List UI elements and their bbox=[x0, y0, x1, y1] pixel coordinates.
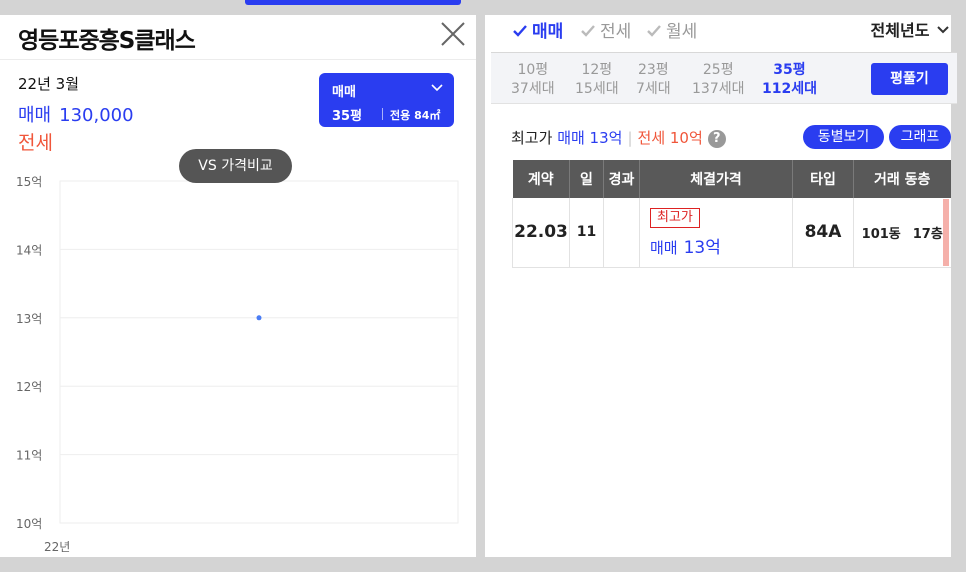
max-price-badge: 최고가 bbox=[650, 208, 700, 229]
year-select[interactable]: 전체년도 bbox=[871, 17, 949, 41]
size-option-23[interactable]: 23평 7세대 bbox=[636, 61, 671, 99]
dong: 101동 bbox=[861, 226, 901, 242]
grid-lines bbox=[60, 180, 458, 524]
check-icon bbox=[647, 25, 661, 37]
col-day: 일 bbox=[569, 160, 604, 198]
col-type: 타입 bbox=[792, 160, 854, 198]
tab-sale[interactable]: 매매 bbox=[512, 17, 563, 42]
jeonse-label: 전세 bbox=[18, 132, 53, 154]
size-pyeong: 25평 bbox=[702, 62, 734, 78]
cell-type: 84A bbox=[792, 198, 854, 268]
cell-dong-floor: 101동 17층 bbox=[853, 198, 951, 268]
table-header-row: 계약 일 경과 체결가격 타입 거래 동층 bbox=[512, 160, 951, 198]
graph-button[interactable]: 그래프 bbox=[889, 125, 951, 149]
selector-type: 매매 bbox=[332, 85, 356, 100]
price-type: 매매 bbox=[650, 239, 678, 258]
x-axis-labels: 22년 bbox=[44, 540, 70, 554]
size-units: 137세대 bbox=[692, 81, 745, 97]
selector-size: 35평 bbox=[332, 109, 363, 124]
cell-contract: 22.03 bbox=[512, 198, 570, 268]
area-prefix: 전용 bbox=[390, 109, 411, 122]
size-option-35[interactable]: 35평 112세대 bbox=[762, 61, 817, 99]
area-value: 84㎡ bbox=[414, 109, 441, 122]
size-pyeong: 35평 bbox=[773, 62, 806, 78]
cell-elapsed bbox=[603, 198, 640, 268]
trade-size-selector[interactable]: 매매 35평 전용 84㎡ bbox=[319, 73, 454, 127]
max-label: 최고가 bbox=[511, 129, 553, 147]
cell-price: 최고가 매매 13억 bbox=[639, 198, 793, 268]
transaction-table: 계약 일 경과 체결가격 타입 거래 동층 22.03 11 최고가 매매 13억 bbox=[512, 160, 951, 268]
size-units: 15세대 bbox=[575, 81, 619, 97]
y-tick-label: 15억 bbox=[16, 175, 42, 189]
tab-jeonse[interactable]: 전세 bbox=[580, 17, 631, 42]
col-dong-floor: 거래 동층 bbox=[853, 160, 951, 198]
chevron-down-icon bbox=[937, 26, 949, 34]
size-units: 112세대 bbox=[762, 81, 817, 97]
floor: 17층 bbox=[912, 226, 943, 242]
max-price-summary: 최고가 매매 13억 | 전세 10억? bbox=[511, 127, 726, 148]
size-filter: 10평 37세대 12평 15세대 23평 7세대 25평 137세대 35평 … bbox=[491, 53, 957, 103]
divider bbox=[491, 103, 957, 104]
size-pyeong: 12평 bbox=[581, 62, 613, 78]
size-pyeong: 23평 bbox=[637, 62, 669, 78]
size-units: 7세대 bbox=[636, 81, 671, 97]
table-row[interactable]: 22.03 11 최고가 매매 13억 84A 101동 17층 bbox=[512, 198, 951, 268]
close-icon[interactable] bbox=[440, 21, 466, 47]
help-icon[interactable]: ? bbox=[707, 130, 726, 148]
price-value: 13억 bbox=[683, 238, 721, 259]
pyeong-expand-button[interactable]: 평풀기 bbox=[871, 63, 948, 95]
price-chart: 15억 14억 13억 12억 11억 10억 22년 bbox=[16, 175, 459, 554]
data-points bbox=[256, 315, 262, 321]
check-icon bbox=[513, 25, 527, 37]
y-tick-label: 13억 bbox=[16, 312, 42, 326]
price-line: 매매 13억 bbox=[650, 233, 792, 258]
top-accent-bar bbox=[245, 0, 461, 5]
col-price: 체결가격 bbox=[639, 160, 793, 198]
y-tick-label: 11억 bbox=[16, 449, 42, 463]
size-option-25[interactable]: 25평 137세대 bbox=[692, 61, 744, 99]
price-detail-panel: 영등포중흥S클래스 22년 3월 매매 130,000 전세 매매 35평 전용 … bbox=[0, 15, 476, 557]
transaction-panel: 매매 전세 월세 전체년도 10평 37세대 12평 15세대 23평 7세대 … bbox=[485, 15, 957, 557]
tab-monthly[interactable]: 월세 bbox=[646, 17, 697, 42]
row-highlight-bar bbox=[943, 199, 949, 266]
size-units: 37세대 bbox=[511, 81, 555, 97]
separator: | bbox=[627, 129, 633, 147]
size-option-12[interactable]: 12평 15세대 bbox=[575, 61, 619, 99]
y-tick-label: 12억 bbox=[16, 380, 42, 394]
data-point[interactable] bbox=[256, 315, 262, 321]
plot-frame bbox=[59, 180, 459, 524]
check-icon bbox=[581, 25, 595, 37]
max-sale-price: 매매 13억 bbox=[557, 129, 623, 147]
dong-view-button[interactable]: 동별보기 bbox=[803, 125, 884, 149]
tab-label: 전세 bbox=[600, 22, 632, 42]
col-contract: 계약 bbox=[512, 160, 570, 198]
selected-date: 22년 3월 bbox=[18, 75, 79, 93]
trade-type-tabs: 매매 전세 월세 전체년도 bbox=[485, 15, 951, 53]
size-option-10[interactable]: 10평 37세대 bbox=[511, 61, 555, 99]
sale-price-row: 매매 130,000 bbox=[18, 101, 142, 127]
size-pyeong: 10평 bbox=[517, 62, 549, 78]
tab-label: 월세 bbox=[666, 22, 698, 42]
sale-label: 매매 bbox=[18, 105, 52, 126]
chevron-down-icon bbox=[431, 84, 443, 92]
x-tick-label: 22년 bbox=[44, 540, 70, 554]
tab-label: 매매 bbox=[532, 22, 564, 42]
y-axis-labels: 15억 14억 13억 12억 11억 10억 bbox=[16, 175, 42, 531]
y-tick-label: 10억 bbox=[16, 517, 42, 531]
vs-compare-button[interactable]: VS 가격비교 bbox=[179, 149, 292, 183]
selector-area: 전용 84㎡ bbox=[390, 107, 440, 123]
sale-value: 130,000 bbox=[59, 105, 134, 126]
cell-day: 11 bbox=[569, 198, 604, 268]
complex-title: 영등포중흥S클래스 bbox=[18, 28, 196, 54]
y-tick-label: 14억 bbox=[16, 243, 42, 257]
year-select-label: 전체년도 bbox=[870, 21, 930, 40]
divider bbox=[0, 59, 476, 60]
divider bbox=[382, 108, 383, 120]
col-elapsed: 경과 bbox=[603, 160, 640, 198]
max-jeonse-price: 전세 10억 bbox=[637, 129, 703, 147]
